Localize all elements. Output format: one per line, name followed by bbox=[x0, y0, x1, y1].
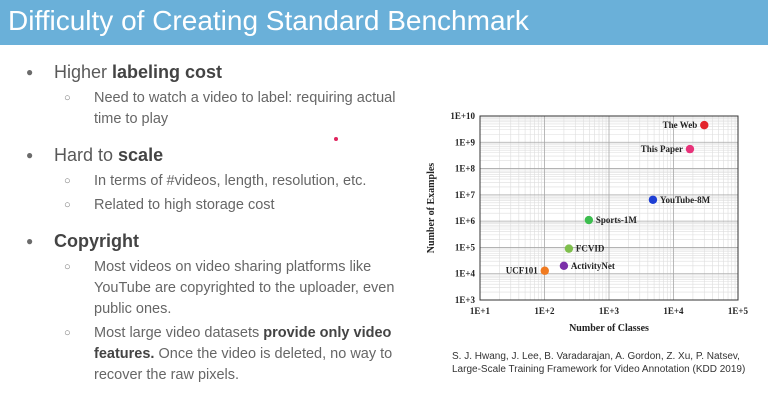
data-point-label: This Paper bbox=[641, 144, 683, 154]
bullet-bold: scale bbox=[118, 145, 164, 165]
x-tick-label: 1E+2 bbox=[534, 306, 555, 316]
data-point-label: ActivityNet bbox=[571, 261, 615, 271]
dataset-scale-chart: 1E+1 1E+2 1E+3 1E+4 1E+5 1E+3 1E+4 1E+5 1E+6 1E+7… bbox=[420, 108, 755, 344]
data-point bbox=[559, 261, 569, 271]
data-point-label: The Web bbox=[663, 120, 698, 130]
data-point bbox=[564, 244, 574, 253]
bullet-scale: Hard to scale bbox=[24, 143, 404, 167]
data-point bbox=[685, 144, 695, 154]
x-tick-label: 1E+1 bbox=[470, 306, 491, 316]
y-tick-label: 1E+4 bbox=[455, 269, 476, 279]
sub-bullet: Need to watch a video to label: requirin… bbox=[24, 88, 404, 130]
sub-bullet-text: In terms of #videos, length, resolution,… bbox=[94, 173, 367, 189]
data-point-label: UCF101 bbox=[506, 266, 538, 276]
y-axis-label: Number of Examples bbox=[426, 163, 437, 253]
sub-bullet: In terms of #videos, length, resolution,… bbox=[24, 171, 404, 192]
laser-pointer-dot bbox=[334, 137, 338, 141]
sub-bullet-text: Most large video datasets bbox=[94, 325, 264, 341]
data-point-label: FCVID bbox=[576, 244, 605, 254]
sub-bullet-text: Related to high storage cost bbox=[94, 197, 275, 213]
data-point bbox=[540, 266, 549, 275]
y-tick-label: 1E+3 bbox=[455, 295, 476, 305]
data-point bbox=[648, 195, 658, 204]
y-tick-label: 1E+8 bbox=[455, 164, 476, 174]
data-point-label: Sports-1M bbox=[596, 215, 638, 225]
bullet-labeling-cost: Higher labeling cost bbox=[24, 60, 404, 84]
sub-bullet-text: Need to watch a video to label: requirin… bbox=[94, 90, 396, 127]
caption-line: S. J. Hwang, J. Lee, B. Varadarajan, A. … bbox=[452, 351, 740, 362]
bullet-list: Higher labeling cost Need to watch a vid… bbox=[24, 60, 404, 389]
data-point bbox=[700, 120, 709, 130]
bullet-bold: Copyright bbox=[54, 231, 139, 251]
bullet-text: Hard to bbox=[54, 145, 119, 165]
y-tick-label: 1E+6 bbox=[455, 216, 476, 226]
y-tick-label: 1E+10 bbox=[450, 111, 475, 121]
sub-bullet: Most videos on video sharing platforms l… bbox=[24, 257, 404, 320]
bullet-copyright: Copyright bbox=[24, 229, 404, 253]
data-point bbox=[584, 215, 594, 225]
sub-bullet-text: Most videos on video sharing platforms l… bbox=[94, 259, 395, 317]
x-axis-label: Number of Classes bbox=[569, 323, 649, 334]
data-point-label: YouTube-8M bbox=[660, 195, 711, 205]
title-bar: Difficulty of Creating Standard Benchmar… bbox=[0, 0, 768, 45]
chart-svg: 1E+1 1E+2 1E+3 1E+4 1E+5 1E+3 1E+4 1E+5 1E+6 1E+7… bbox=[426, 111, 749, 334]
y-tick-label: 1E+7 bbox=[455, 190, 476, 200]
bullet-bold: labeling cost bbox=[112, 62, 223, 82]
y-tick-label: 1E+5 bbox=[455, 242, 476, 252]
x-tick-label: 1E+3 bbox=[599, 306, 620, 316]
x-tick-label: 1E+5 bbox=[728, 306, 749, 316]
bullet-text: Higher bbox=[54, 62, 113, 82]
slide-title: Difficulty of Creating Standard Benchmar… bbox=[8, 5, 529, 36]
x-tick-label: 1E+4 bbox=[663, 306, 684, 316]
y-tick-label: 1E+9 bbox=[455, 137, 476, 147]
sub-bullet: Most large video datasets provide only v… bbox=[24, 323, 404, 386]
figure-caption: S. J. Hwang, J. Lee, B. Varadarajan, A. … bbox=[452, 350, 762, 376]
sub-bullet: Related to high storage cost bbox=[24, 195, 404, 216]
caption-line: Large-Scale Training Framework for Video… bbox=[452, 364, 746, 375]
